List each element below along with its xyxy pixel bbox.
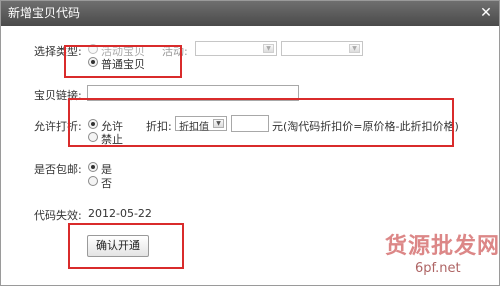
radio-shipping-no-label: 否: [101, 177, 112, 190]
chevron-down-icon: ▼: [263, 44, 274, 53]
watermark-url: 6pf.net: [415, 261, 461, 276]
activity-select-1[interactable]: ▼: [195, 41, 277, 56]
radio-shipping-yes[interactable]: [88, 162, 98, 172]
highlight-type-box: [64, 45, 182, 78]
activity-select-2[interactable]: ▼: [281, 41, 363, 56]
highlight-confirm-box: [68, 223, 184, 269]
watermark-logo: 货源批发网: [385, 233, 500, 259]
dialog-titlebar: 新增宝贝代码: [1, 1, 499, 26]
radio-shipping-no[interactable]: [88, 176, 98, 186]
code-expiry-label: 代码失效:: [34, 209, 82, 222]
dialog: 新增宝贝代码 ✕ 选择类型: 活动宝贝 普通宝贝 活动: ▼ ▼ 宝贝链接: 允…: [0, 0, 500, 286]
dialog-title: 新增宝贝代码: [8, 6, 81, 20]
chevron-down-icon: ▼: [349, 44, 360, 53]
close-icon[interactable]: ✕: [479, 6, 493, 20]
free-shipping-label: 是否包邮:: [34, 163, 82, 176]
highlight-discount-box: [68, 98, 454, 147]
code-expiry-value: 2012-05-22: [88, 207, 152, 220]
